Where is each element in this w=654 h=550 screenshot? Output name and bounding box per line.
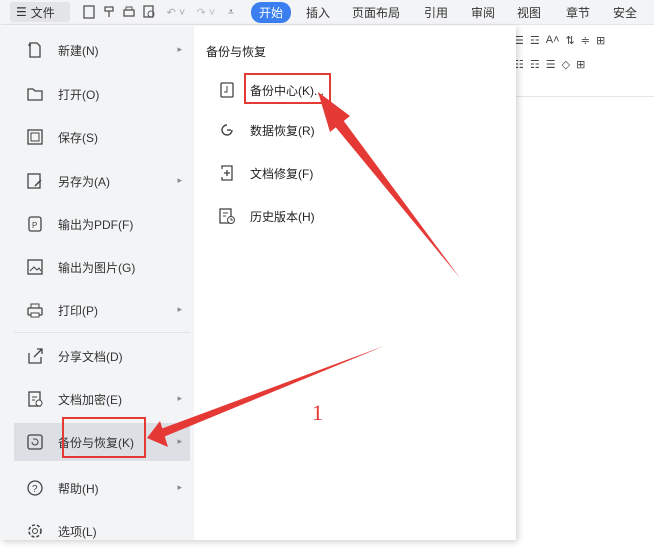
annotation-arrows <box>147 92 460 447</box>
arrow-to-backup-center <box>318 92 460 278</box>
annotation-number-label: 1 <box>312 400 323 425</box>
arrow-to-backup-restore <box>147 346 384 447</box>
